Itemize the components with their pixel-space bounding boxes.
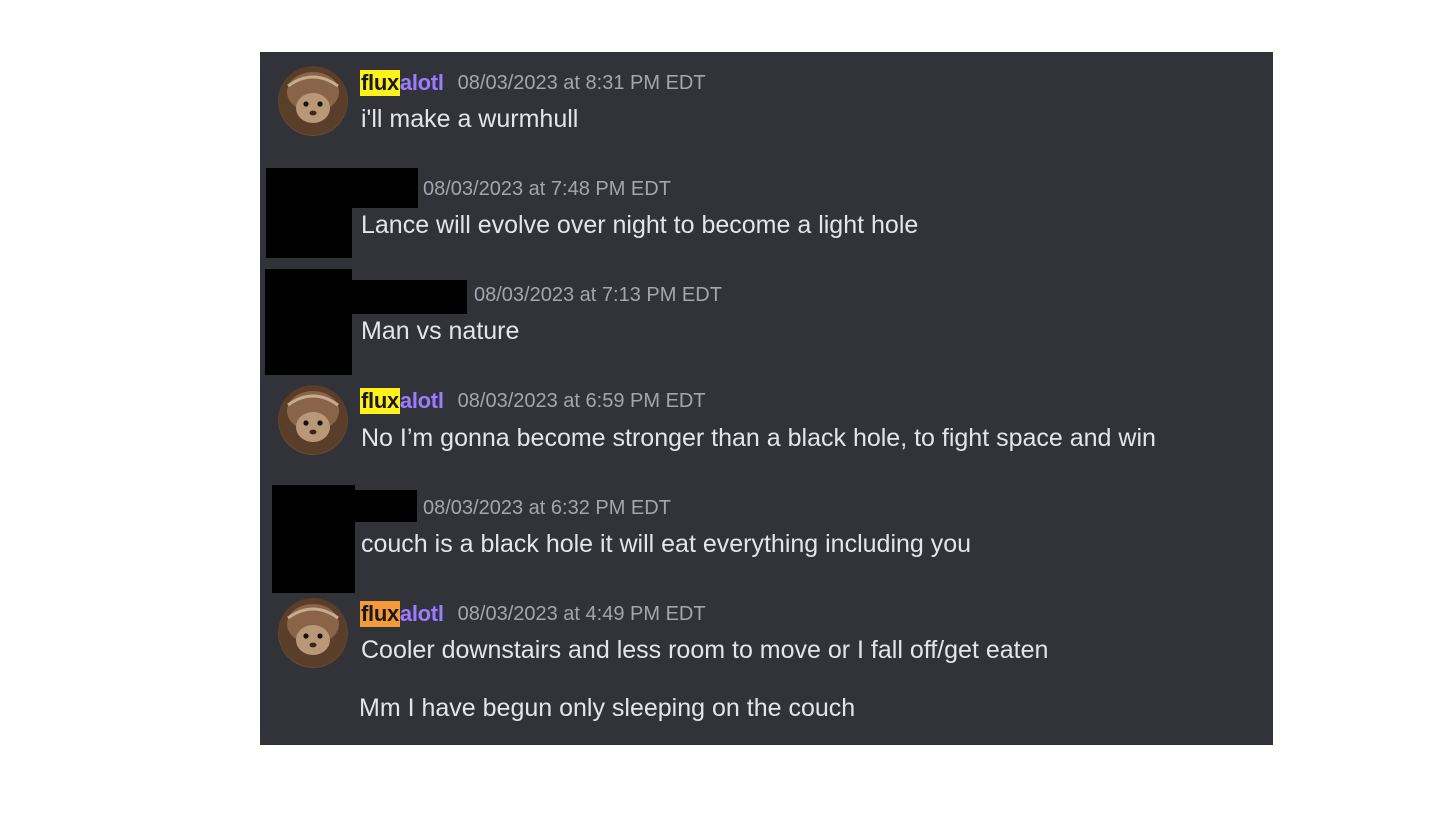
message-text: Man vs nature [361, 317, 520, 345]
user-avatar[interactable] [278, 598, 348, 668]
user-avatar[interactable] [278, 385, 348, 455]
message-text: couch is a black hole it will eat everyt… [361, 530, 972, 558]
username-rest: alotl [399, 601, 444, 626]
message-text: Cooler downstairs and less room to move … [361, 636, 1049, 664]
message-header: flux alotl 08/03/2023 at 4:49 PM EDT [360, 600, 706, 628]
redacted-username [352, 168, 418, 208]
message-timestamp[interactable]: 08/03/2023 at 4:49 PM EDT [458, 603, 706, 626]
message-timestamp[interactable]: 08/03/2023 at 7:13 PM EDT [474, 284, 722, 307]
message-text: i'll make a wurmhull [361, 105, 579, 133]
message-header: flux alotl 08/03/2023 at 6:59 PM EDT [360, 387, 706, 415]
username[interactable]: flux alotl [360, 70, 444, 96]
username-highlight: flux [360, 388, 400, 414]
username-highlight: flux [360, 601, 400, 627]
avatar-image-icon [279, 386, 347, 454]
username[interactable]: flux alotl [360, 388, 444, 414]
message-header: 08/03/2023 at 7:13 PM EDT [474, 281, 722, 309]
message-text: No I’m gonna become stronger than a blac… [361, 424, 1156, 452]
redacted-avatar [265, 269, 352, 375]
redacted-username [355, 490, 417, 522]
message-header: 08/03/2023 at 6:32 PM EDT [423, 494, 671, 522]
message-timestamp[interactable]: 08/03/2023 at 6:59 PM EDT [458, 390, 706, 413]
username[interactable]: flux alotl [360, 601, 444, 627]
message-header: 08/03/2023 at 7:48 PM EDT [423, 175, 671, 203]
username-highlight: flux [360, 70, 400, 96]
username-rest: alotl [399, 70, 444, 95]
message-header: flux alotl 08/03/2023 at 8:31 PM EDT [360, 69, 706, 97]
redacted-avatar [266, 168, 352, 258]
message-timestamp[interactable]: 08/03/2023 at 6:32 PM EDT [423, 497, 671, 520]
message-timestamp[interactable]: 08/03/2023 at 7:48 PM EDT [423, 178, 671, 201]
avatar-image-icon [279, 67, 347, 135]
message-text-followup: Mm I have begun only sleeping on the cou… [359, 694, 856, 722]
chat-message-list: flux alotl 08/03/2023 at 8:31 PM EDT i'll… [260, 52, 1273, 745]
username-rest: alotl [399, 388, 444, 413]
message-timestamp[interactable]: 08/03/2023 at 8:31 PM EDT [458, 72, 706, 95]
redacted-avatar [272, 485, 355, 593]
message-text: Lance will evolve over night to become a… [361, 211, 919, 239]
avatar-image-icon [279, 599, 347, 667]
redacted-username [352, 280, 467, 314]
user-avatar[interactable] [278, 66, 348, 136]
